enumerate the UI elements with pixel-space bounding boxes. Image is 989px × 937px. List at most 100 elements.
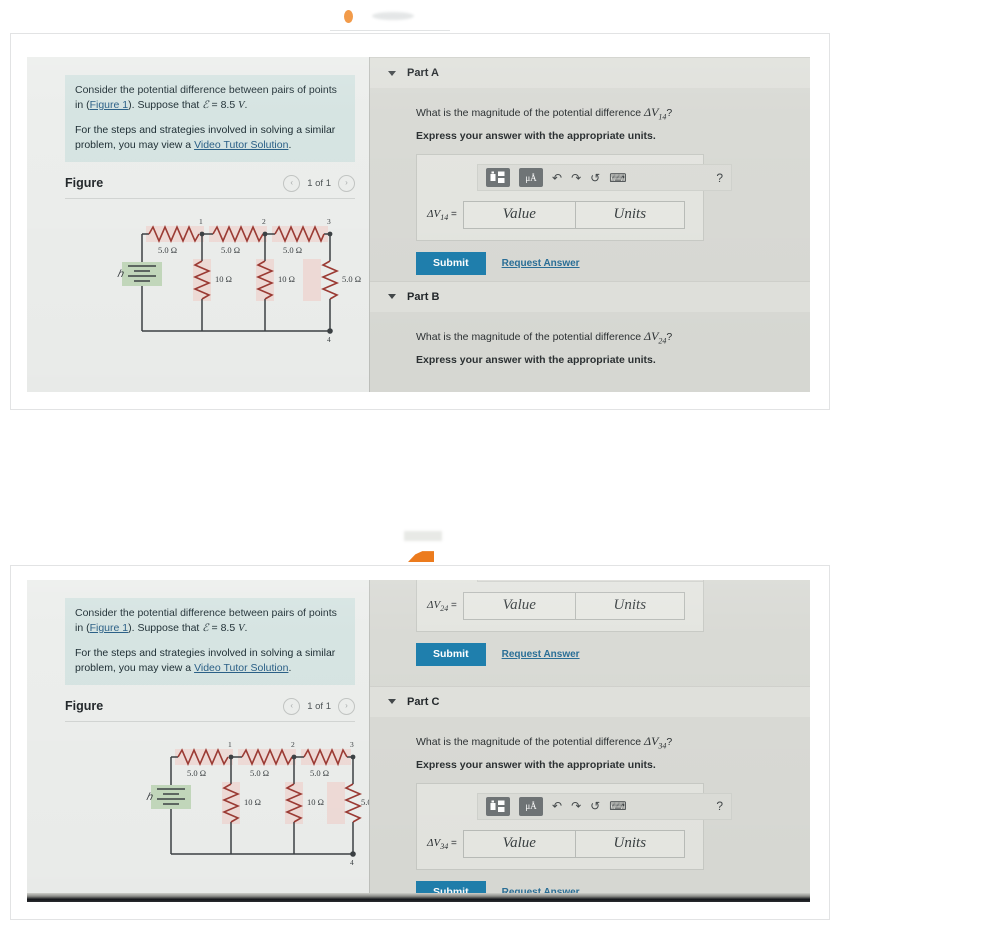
screenshot-panel-top: Consider the potential difference betwee… <box>10 33 830 410</box>
part-c-label: Part C <box>407 695 440 708</box>
part-a-toolbar: μÅ ↶ ↷ ↺ ⌨ ? <box>477 164 732 192</box>
part-b-question: What is the magnitude of the potential d… <box>416 329 788 345</box>
figure-title: Figure <box>65 699 104 714</box>
problem-paragraph-2: For the steps and strategies involved in… <box>75 123 345 153</box>
figure-prev-icon[interactable]: ‹ <box>283 697 301 715</box>
part-b-symbol: ΔV24 <box>644 328 667 346</box>
page-artifact-smudge <box>372 12 414 20</box>
svg-text:5.0 Ω: 5.0 Ω <box>250 768 269 778</box>
video-tutor-solution-link[interactable]: Video Tutor Solution <box>194 139 288 151</box>
svg-text:1: 1 <box>199 217 203 226</box>
part-b-request-answer-link[interactable]: Request Answer <box>502 649 580 660</box>
part-a-actions: Submit Request Answer <box>416 252 788 275</box>
part-b-label: Part B <box>407 290 440 303</box>
part-a-answer-box: μÅ ↶ ↷ ↺ ⌨ ? ΔV14 = Value Units <box>416 154 732 242</box>
page-artifact-dot <box>344 10 353 23</box>
figure-next-icon[interactable]: › <box>338 174 355 192</box>
part-c-toolbar: μÅ ↶ ↷ ↺ ⌨ ? <box>477 792 732 820</box>
part-b-answer-body: μÅ ↶ ↷ ↺ ⌨ ? ΔV24 = Value <box>370 580 810 672</box>
part-c-question-mark: ? <box>666 735 673 748</box>
part-c-units-input[interactable]: Units <box>575 830 684 857</box>
circuit-figure-bottom[interactable]: 5.0 Ω 5.0 Ω 5.0 Ω 10 Ω 10 Ω 5.0 Ω 1 2 3 … <box>27 732 369 867</box>
problem-text-e: . <box>288 661 292 674</box>
redo-icon[interactable]: ↷ <box>571 800 581 812</box>
keyboard-icon[interactable]: ⌨ <box>609 800 626 812</box>
svg-text:5.0 Ω: 5.0 Ω <box>158 245 177 255</box>
problem-text-c: . <box>244 621 248 634</box>
problem-paragraph-1: Consider the potential difference betwee… <box>75 606 345 637</box>
svg-text:5.0 Ω: 5.0 Ω <box>361 797 369 807</box>
figure-next-icon[interactable]: › <box>338 697 355 715</box>
screen-bezel <box>27 893 810 902</box>
part-b-value-input[interactable]: Value <box>463 593 576 619</box>
figure-navigation: ‹ 1 of 1 › <box>283 697 355 715</box>
template-icon[interactable] <box>486 796 510 816</box>
svg-text:3: 3 <box>350 740 354 749</box>
part-b-units-input[interactable]: Units <box>575 593 684 619</box>
chevron-down-icon[interactable] <box>388 699 396 705</box>
part-a-symbol: ΔV14 <box>644 105 667 122</box>
units-icon[interactable]: μÅ <box>519 796 543 816</box>
keyboard-icon[interactable]: ⌨ <box>609 172 626 184</box>
emf-circuit-label: ℎ <box>146 792 153 803</box>
part-a-question-mark: ? <box>666 107 673 119</box>
part-a-instruction: Express your answer with the appropriate… <box>416 130 656 143</box>
template-icon[interactable] <box>486 168 510 188</box>
figure-1-link[interactable]: Figure 1 <box>90 99 129 111</box>
part-c-question-text: What is the magnitude of the potential d… <box>416 735 645 748</box>
part-b-submit-button[interactable]: Submit <box>416 643 486 666</box>
svg-text:5.0 Ω: 5.0 Ω <box>310 768 329 778</box>
figure-header-bottom: Figure ‹ 1 of 1 › <box>65 697 355 715</box>
svg-text:5.0 Ω: 5.0 Ω <box>283 245 302 255</box>
chevron-down-icon[interactable] <box>388 70 396 76</box>
reset-icon[interactable]: ↺ <box>590 800 600 812</box>
part-c-symbol: ΔV34 <box>644 733 667 750</box>
svg-text:4: 4 <box>327 335 331 344</box>
redo-icon[interactable]: ↷ <box>571 172 581 184</box>
mastering-physics-app-bottom: Consider the potential difference betwee… <box>27 580 810 893</box>
part-c-answer-box: μÅ ↶ ↷ ↺ ⌨ ? ΔV34 = Value Units <box>416 782 732 870</box>
part-b-question-mark: ? <box>666 330 673 343</box>
part-a-units-input[interactable]: Units <box>575 202 684 229</box>
circuit-figure-top[interactable]: 5.0 Ω 5.0 Ω 5.0 Ω 10 Ω 10 Ω 5.0 Ω 1 2 3 … <box>27 209 369 344</box>
part-b-body: What is the magnitude of the potential d… <box>370 312 810 384</box>
undo-icon[interactable]: ↶ <box>552 800 562 812</box>
svg-text:5.0 Ω: 5.0 Ω <box>221 245 240 255</box>
svg-text:4: 4 <box>350 858 354 867</box>
part-c-actions: Submit Request Answer <box>416 880 788 893</box>
part-b-header[interactable]: Part B <box>370 280 810 312</box>
circuit-diagram-svg: 5.0 Ω 5.0 Ω 5.0 Ω 10 Ω 10 Ω 5.0 Ω 1 2 3 … <box>146 740 369 867</box>
part-a-header[interactable]: Part A <box>370 57 810 88</box>
part-c-value-input[interactable]: Value <box>463 830 576 857</box>
mid-artifact-smudge <box>404 531 442 541</box>
part-a-request-answer-link[interactable]: Request Answer <box>502 258 580 269</box>
undo-icon[interactable]: ↶ <box>552 172 562 184</box>
part-c-header[interactable]: Part C <box>370 685 810 717</box>
svg-text:2: 2 <box>291 740 295 749</box>
chevron-down-icon[interactable] <box>388 294 396 300</box>
video-tutor-solution-link[interactable]: Video Tutor Solution <box>194 662 288 674</box>
figure-1-link[interactable]: Figure 1 <box>90 622 129 634</box>
part-a-answer-row: ΔV14 = Value Units <box>427 201 693 230</box>
page-artifact-rule <box>330 30 450 31</box>
problem-text-c: . <box>244 98 248 111</box>
figure-divider <box>65 720 355 722</box>
part-b-answer-box: μÅ ↶ ↷ ↺ ⌨ ? ΔV24 = Value <box>416 580 704 632</box>
part-c-submit-button[interactable]: Submit <box>416 880 486 893</box>
reset-icon[interactable]: ↺ <box>590 172 600 184</box>
part-a-submit-button[interactable]: Submit <box>416 252 486 275</box>
help-icon[interactable]: ? <box>716 172 723 184</box>
part-a-value-input[interactable]: Value <box>463 202 576 229</box>
help-icon[interactable]: ? <box>716 800 723 812</box>
part-b-actions: Submit Request Answer <box>416 643 788 666</box>
part-c-instruction: Express your answer with the appropriate… <box>416 758 656 771</box>
emf-value: = 8.5 <box>208 621 236 634</box>
part-a-fields: Value Units <box>462 201 685 230</box>
figure-counter: 1 of 1 <box>307 700 331 712</box>
units-icon[interactable]: μÅ <box>519 168 543 188</box>
part-a-answer-label: ΔV14 = <box>427 208 457 223</box>
figure-prev-icon[interactable]: ‹ <box>283 174 301 192</box>
problem-text-e: . <box>288 138 292 151</box>
part-b-fields: Value Units <box>462 592 685 620</box>
problem-statement-bottom: Consider the potential difference betwee… <box>65 598 355 685</box>
